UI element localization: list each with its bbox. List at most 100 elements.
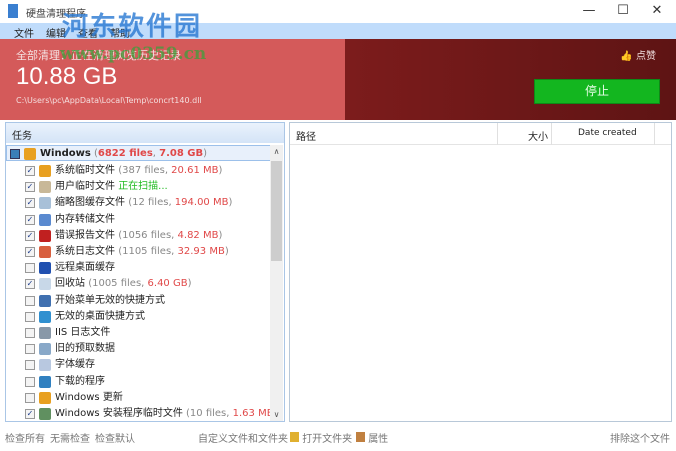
- file-count: 12 files: [132, 197, 169, 209]
- check-default-link[interactable]: 检查默认: [95, 430, 135, 445]
- task-item[interactable]: ✓ 系统临时文件 (387 files, 20.61 MB): [6, 163, 272, 179]
- task-checkbox[interactable]: [25, 392, 35, 403]
- root-label: Windows: [40, 148, 91, 159]
- task-label: 字体缓存: [55, 359, 95, 371]
- stop-button[interactable]: 停止: [534, 79, 660, 104]
- task-label: 系统日志文件: [55, 246, 115, 257]
- recycle-bin-icon: [39, 278, 51, 291]
- check-none-link[interactable]: 无需检查: [50, 430, 90, 445]
- shortcut-icon: [39, 294, 51, 307]
- task-checkbox[interactable]: [25, 295, 35, 306]
- task-checkbox[interactable]: ✓: [25, 214, 35, 225]
- task-checkbox[interactable]: ✓: [25, 230, 35, 241]
- watermark-url: www.pc0359.cn: [60, 44, 207, 64]
- installer-icon: [39, 408, 51, 420]
- remote-desktop-icon: [39, 262, 51, 275]
- column-size[interactable]: 大小: [528, 128, 548, 143]
- properties-icon: [356, 432, 365, 442]
- task-checkbox[interactable]: [25, 376, 35, 387]
- maximize-button[interactable]: ☐: [606, 0, 640, 22]
- file-count: 1056 files: [122, 229, 172, 241]
- task-label: 内存转储文件: [55, 213, 115, 225]
- task-label: 回收站: [55, 278, 85, 290]
- scroll-down-icon[interactable]: ∨: [270, 410, 283, 419]
- task-item[interactable]: 旧的预取数据: [6, 341, 272, 357]
- file-count: 10 files: [189, 408, 227, 419]
- file-count: 1005 files: [92, 278, 142, 290]
- check-all-link[interactable]: 检查所有: [5, 430, 45, 445]
- task-label: 旧的预取数据: [55, 343, 115, 355]
- memory-dump-icon: [39, 213, 51, 226]
- task-item[interactable]: 远程桌面缓存: [6, 260, 272, 276]
- like-button[interactable]: 👍 点赞: [620, 47, 656, 62]
- task-checkbox[interactable]: [25, 344, 35, 355]
- task-item[interactable]: 字体缓存: [6, 357, 272, 373]
- column-date-created[interactable]: Date created: [578, 128, 637, 138]
- task-item[interactable]: ✓ Windows 安装程序临时文件 (10 files, 1.63 MB): [6, 406, 277, 422]
- task-label: 缩略图缓存文件: [55, 197, 125, 209]
- root-size: 7.08 GB: [159, 148, 204, 159]
- current-path: C:\Users\pc\AppData\Local\Temp\concrt140…: [16, 96, 202, 105]
- iis-icon: [39, 327, 51, 339]
- folder-icon: [290, 432, 299, 442]
- custom-files-link[interactable]: 自定义文件和文件夹: [198, 430, 288, 445]
- task-item[interactable]: ✓ 内存转储文件: [6, 212, 272, 228]
- task-checkbox[interactable]: [25, 360, 35, 371]
- desktop-shortcut-icon: [39, 310, 51, 323]
- properties-label: 属性: [368, 434, 389, 445]
- error-report-icon: [39, 229, 51, 242]
- file-list-panel: 路径 大小 Date created: [289, 122, 672, 422]
- scroll-thumb[interactable]: [271, 161, 282, 261]
- user-file-icon: [39, 181, 51, 194]
- vertical-scrollbar[interactable]: ∧ ∨: [270, 145, 283, 421]
- task-label: 开始菜单无效的快捷方式: [55, 294, 165, 306]
- task-root-windows[interactable]: Windows (6822 files, 7.08 GB): [6, 145, 272, 161]
- task-checkbox[interactable]: [25, 328, 35, 338]
- task-label: 系统临时文件: [55, 165, 115, 176]
- open-folder-label: 打开文件夹: [302, 434, 353, 445]
- close-button[interactable]: ✕: [640, 0, 674, 22]
- task-checkbox[interactable]: [25, 311, 35, 322]
- task-checkbox[interactable]: ✓: [25, 166, 35, 176]
- total-size: 10.88 GB: [16, 63, 118, 90]
- task-label: Windows 安装程序临时文件: [55, 408, 183, 419]
- windows-icon: [39, 165, 51, 177]
- task-item[interactable]: ✓ 缩略图缓存文件 (12 files, 194.00 MB): [6, 195, 272, 211]
- file-size: 32.93 MB: [177, 246, 225, 257]
- task-item[interactable]: ✓ 错误报告文件 (1056 files, 4.82 MB): [6, 228, 272, 244]
- open-folder-button[interactable]: 打开文件夹: [290, 430, 352, 445]
- task-checkbox[interactable]: ✓: [25, 247, 35, 257]
- task-checkbox[interactable]: [25, 263, 35, 274]
- font-icon: [39, 359, 51, 372]
- task-item[interactable]: 开始菜单无效的快捷方式: [6, 293, 272, 309]
- task-label: 下载的程序: [55, 375, 105, 387]
- exclude-file-link[interactable]: 排除这个文件: [610, 430, 670, 445]
- task-item[interactable]: ✓ 用户临时文件 正在扫描...: [6, 179, 272, 195]
- task-item[interactable]: IIS 日志文件: [6, 325, 272, 341]
- task-item[interactable]: Windows 更新: [6, 390, 272, 406]
- task-checkbox[interactable]: ✓: [25, 182, 35, 193]
- column-path[interactable]: 路径: [296, 128, 316, 143]
- task-checkbox[interactable]: ✓: [25, 409, 35, 419]
- file-size: 6.40 GB: [147, 278, 188, 290]
- task-checkbox[interactable]: ✓: [25, 279, 35, 290]
- app-icon: [8, 4, 18, 18]
- tristate-checkbox[interactable]: [10, 149, 20, 159]
- scan-status: 正在扫描...: [118, 181, 168, 193]
- task-checkbox[interactable]: ✓: [25, 198, 35, 209]
- properties-button[interactable]: 属性: [356, 430, 388, 445]
- task-item[interactable]: ✓ 回收站 (1005 files, 6.40 GB): [6, 276, 272, 292]
- watermark: 河东软件园: [62, 12, 203, 42]
- scroll-up-icon[interactable]: ∧: [270, 147, 283, 156]
- task-label: 错误报告文件: [55, 229, 115, 241]
- file-size: 194.00 MB: [174, 197, 229, 209]
- file-size: 4.82 MB: [177, 229, 219, 241]
- file-size: 1.63 MB: [232, 408, 274, 419]
- task-header: 任务: [6, 123, 284, 143]
- prefetch-icon: [39, 343, 51, 356]
- task-item[interactable]: 下载的程序: [6, 374, 272, 390]
- minimize-button[interactable]: —: [572, 0, 606, 22]
- task-item[interactable]: ✓ 系统日志文件 (1105 files, 32.93 MB): [6, 244, 272, 260]
- task-label: Windows 更新: [55, 391, 123, 403]
- task-item[interactable]: 无效的桌面快捷方式: [6, 309, 272, 325]
